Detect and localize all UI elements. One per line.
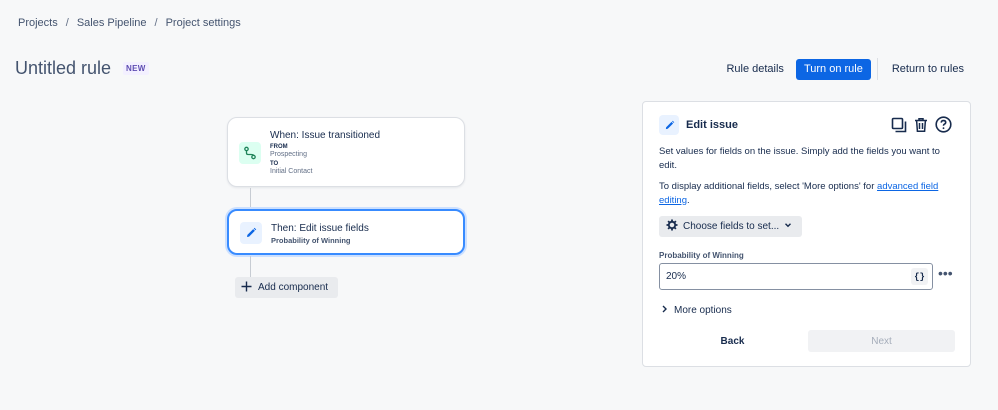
panel-header: Edit issue: [659, 115, 738, 135]
panel-description: Set values for fields on the issue. Simp…: [659, 146, 940, 171]
panel-title: Edit issue: [686, 119, 738, 131]
chevron-down-icon: [784, 221, 792, 232]
more-actions-icon[interactable]: •••: [938, 265, 953, 281]
back-button[interactable]: Back: [659, 330, 806, 352]
more-options-label: More options: [674, 305, 732, 316]
breadcrumb: Projects / Sales Pipeline / Project sett…: [18, 17, 241, 29]
header-actions: Rule details Turn on rule Return to rule…: [718, 58, 972, 80]
choose-fields-dropdown[interactable]: Choose fields to set...: [659, 216, 802, 237]
return-to-rules-button[interactable]: Return to rules: [884, 59, 972, 80]
add-component-label: Add component: [258, 282, 329, 293]
from-label: FROM: [270, 144, 288, 150]
trash-icon[interactable]: [913, 117, 929, 133]
more-info-suffix: .: [687, 194, 690, 206]
panel-actions: [891, 116, 952, 133]
duplicate-icon[interactable]: [891, 117, 907, 133]
trigger-meta: FROM Prospecting TO Initial Contact: [270, 143, 312, 176]
more-info-prefix: To display additional fields, select 'Mo…: [659, 181, 878, 192]
pencil-icon: [659, 115, 679, 135]
trigger-card[interactable]: When: Issue transitioned FROM Prospectin…: [227, 117, 465, 187]
probability-field-label: Probability of Winning: [659, 251, 744, 260]
rule-details-button[interactable]: Rule details: [718, 59, 791, 80]
chevron-right-icon: [661, 305, 668, 316]
more-options-toggle[interactable]: More options: [661, 305, 732, 316]
action-title: Then: Edit issue fields: [271, 223, 369, 234]
action-subtitle: Probability of Winning: [271, 236, 351, 245]
turn-on-rule-button[interactable]: Turn on rule: [795, 58, 871, 80]
to-value: Initial Contact: [270, 167, 313, 175]
flow-connector: [250, 188, 251, 209]
header-divider: [876, 58, 878, 80]
add-component-button[interactable]: Add component: [235, 277, 338, 298]
plus-icon: [241, 281, 252, 295]
edit-issue-panel: Edit issue Set values for fields on the …: [642, 101, 971, 367]
gear-icon: [666, 219, 678, 234]
action-card[interactable]: Then: Edit issue fields Probability of W…: [227, 209, 465, 255]
from-value: Prospecting: [270, 151, 307, 159]
new-badge: NEW: [123, 62, 149, 75]
to-label: TO: [270, 160, 279, 167]
breadcrumb-project-settings[interactable]: Project settings: [166, 17, 241, 29]
next-button[interactable]: Next: [808, 330, 955, 352]
title-row: Untitled rule NEW: [15, 58, 149, 79]
breadcrumb-separator: /: [65, 17, 69, 29]
breadcrumb-separator: /: [154, 17, 158, 29]
breadcrumb-sales-pipeline[interactable]: Sales Pipeline: [77, 17, 147, 29]
trigger-title: When: Issue transitioned: [270, 130, 381, 141]
transition-icon: [239, 142, 261, 164]
flow-connector: [250, 256, 251, 278]
breadcrumb-projects[interactable]: Projects: [18, 17, 58, 29]
page-title[interactable]: Untitled rule: [15, 58, 111, 79]
choose-fields-label: Choose fields to set...: [683, 221, 780, 232]
smart-value-button[interactable]: {}: [911, 268, 928, 285]
probability-input[interactable]: [660, 271, 900, 282]
probability-field: {}: [659, 263, 933, 290]
more-info-text: To display additional fields, select 'Mo…: [659, 180, 959, 207]
help-icon[interactable]: [935, 116, 952, 133]
pencil-icon: [240, 222, 262, 244]
